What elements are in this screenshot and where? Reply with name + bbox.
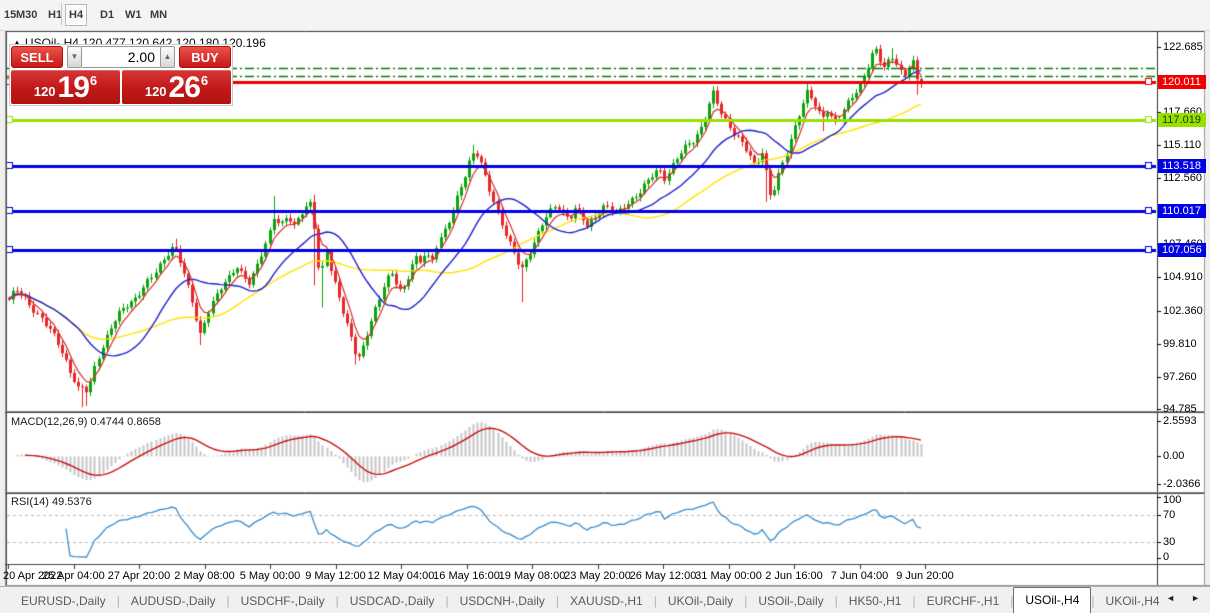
rsi-axis-tick: 100 — [1163, 494, 1181, 506]
one-click-trading-panel: SELL ▼ 2.00 ▲ BUY 120 19 6 120 26 6 — [9, 44, 233, 106]
tab-eurchf-h1[interactable]: EURCHF-,H1 — [916, 590, 1011, 612]
time-axis-label: 9 May 12:00 — [305, 570, 366, 582]
sell-quote-prefix: 120 — [34, 84, 56, 99]
tab-ukoil-daily[interactable]: UKOil-,Daily — [657, 590, 744, 612]
tab-xauusd-h1[interactable]: XAUUSD-,H1 — [559, 590, 654, 612]
time-axis-label: 2 May 08:00 — [174, 570, 235, 582]
volume-increase-icon[interactable]: ▲ — [160, 46, 175, 68]
timeframe-button-d1[interactable]: D1 — [96, 4, 118, 26]
price-level-badge: 117.019 — [1158, 113, 1206, 127]
time-axis-label: 26 May 12:00 — [630, 570, 697, 582]
sell-quote-sup: 6 — [90, 73, 97, 88]
time-axis-label: 2 Jun 16:00 — [765, 570, 823, 582]
tab-hk50-h1[interactable]: HK50-,H1 — [838, 590, 913, 612]
tab-scroll-controls: ◄ ► — [1166, 593, 1200, 603]
tab-scroll-right-icon[interactable]: ► — [1191, 593, 1200, 603]
tab-scroll-left-icon[interactable]: ◄ — [1166, 593, 1175, 603]
price-level-badge: 107.056 — [1158, 243, 1206, 257]
price-axis-tick: 115.110 — [1163, 139, 1201, 151]
volume-stepper: ▼ 2.00 ▲ — [67, 46, 175, 68]
timeframe-button-h4[interactable]: H4 — [65, 4, 87, 26]
macd-axis-tick: 0.00 — [1163, 450, 1184, 462]
timeframe-button-h1[interactable]: H1 — [44, 4, 66, 26]
macd-axis-tick: -2.0366 — [1163, 478, 1200, 490]
sell-button[interactable]: SELL — [11, 46, 63, 68]
price-axis-tick: 99.810 — [1163, 338, 1197, 350]
tab-usdcnh-daily[interactable]: USDCNH-,Daily — [449, 590, 556, 612]
timeframe-button-mn[interactable]: MN — [146, 4, 171, 26]
time-axis-label: 23 May 20:00 — [564, 570, 631, 582]
time-axis-label: 19 May 08:00 — [499, 570, 566, 582]
tab-usoil-daily[interactable]: USOil-,Daily — [747, 590, 834, 612]
sell-quote[interactable]: 120 19 6 — [11, 70, 120, 104]
buy-button[interactable]: BUY — [179, 46, 231, 68]
rsi-axis-tick: 0 — [1163, 551, 1169, 563]
buy-quote-prefix: 120 — [145, 84, 167, 99]
time-axis-label: 16 May 16:00 — [433, 570, 500, 582]
time-axis-label: 5 May 00:00 — [240, 570, 301, 582]
buy-quote-main: 26 — [169, 71, 200, 105]
chart-tab-bar: EURUSD-,Daily|AUDUSD-,Daily|USDCHF-,Dail… — [0, 586, 1210, 613]
toolbar-separator — [61, 3, 62, 25]
rsi-axis-tick: 70 — [1163, 509, 1175, 521]
tab-ukoil-h4[interactable]: UKOil-,H4 — [1095, 590, 1171, 612]
time-axis-label: 27 Apr 20:00 — [108, 570, 170, 582]
price-axis-tick: 122.685 — [1163, 41, 1203, 53]
price-axis-tick: 104.910 — [1163, 271, 1203, 283]
sell-quote-main: 19 — [58, 71, 89, 105]
macd-label: MACD(12,26,9) 0.4744 0.8658 — [11, 416, 161, 428]
buy-quote[interactable]: 120 26 6 — [122, 70, 231, 104]
tab-usoil-h4[interactable]: USOil-,H4 — [1013, 587, 1091, 613]
buy-quote-sup: 6 — [201, 73, 208, 88]
price-axis-tick: 102.360 — [1163, 305, 1203, 317]
time-axis-label: 25 Apr 04:00 — [42, 570, 104, 582]
tab-usdchf-daily[interactable]: USDCHF-,Daily — [230, 590, 336, 612]
price-axis-tick: 94.785 — [1163, 403, 1197, 415]
trading-terminal: { "toolbar": { "timeframes": [ {"label":… — [0, 0, 1210, 613]
timeframe-button-w1[interactable]: W1 — [121, 4, 146, 26]
tab-eurusd-daily[interactable]: EURUSD-,Daily — [10, 590, 117, 612]
price-axis-tick: 112.560 — [1163, 172, 1202, 184]
time-axis-label: 12 May 04:00 — [368, 570, 435, 582]
rsi-label: RSI(14) 49.5376 — [11, 496, 92, 508]
price-level-badge: 110.017 — [1158, 204, 1206, 218]
time-axis-label: 31 May 00:00 — [695, 570, 762, 582]
tab-usdcad-daily[interactable]: USDCAD-,Daily — [339, 590, 446, 612]
volume-decrease-icon[interactable]: ▼ — [67, 46, 82, 68]
timeframe-toolbar: 15M30H1H4D1W1MN — [0, 0, 1210, 31]
tab-audusd-daily[interactable]: AUDUSD-,Daily — [120, 590, 227, 612]
timeframe-button-m30[interactable]: M30 — [12, 4, 41, 26]
price-level-badge: 113.518 — [1158, 159, 1206, 173]
price-level-badge: 120.011 — [1158, 75, 1206, 89]
time-axis-label: 7 Jun 04:00 — [831, 570, 889, 582]
macd-axis-tick: 2.5593 — [1163, 415, 1197, 427]
volume-input[interactable]: 2.00 — [82, 46, 160, 68]
rsi-axis-tick: 30 — [1163, 536, 1175, 548]
price-axis-tick: 97.260 — [1163, 371, 1197, 383]
time-axis-label: 9 Jun 20:00 — [896, 570, 954, 582]
